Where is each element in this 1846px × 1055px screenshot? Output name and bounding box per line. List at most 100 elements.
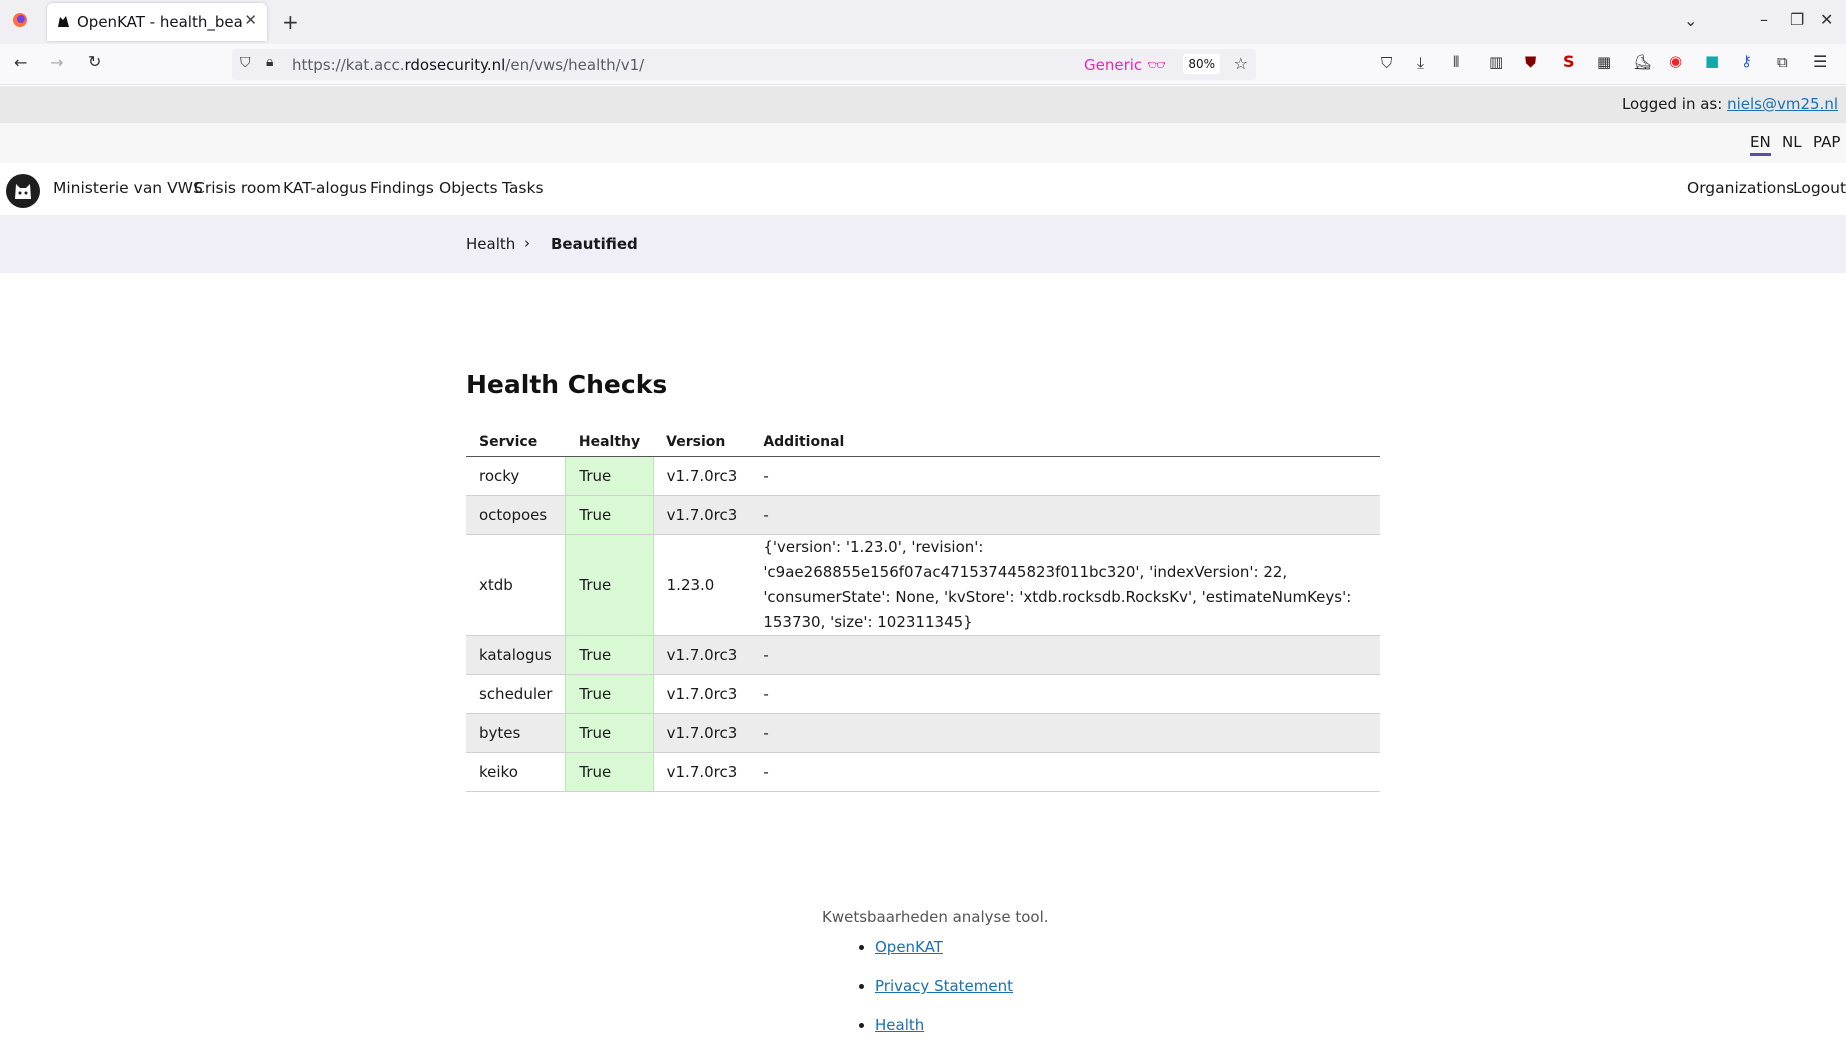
address-bar[interactable]: ⛉ 🔒︎ https://kat.acc.rdosecurity.nl/en/v… (232, 49, 1256, 80)
list-item: Privacy Statement (875, 977, 1013, 1016)
health-checks-table: Service Healthy Version Additional rocky… (466, 428, 1380, 792)
ublock-shield-icon[interactable]: ⛊ (1525, 53, 1536, 71)
footer-tagline: Kwetsbaarheden analyse tool. (822, 908, 1049, 926)
tab-list-chevron-down-icon[interactable]: ⌄ (1684, 11, 1697, 30)
lock-icon[interactable]: 🔒︎ (266, 54, 273, 70)
table-row: octopoes True v1.7.0rc3 - (466, 495, 1380, 535)
bookmark-star-icon[interactable]: ☆ (1234, 54, 1248, 73)
openkat-logo[interactable] (6, 174, 40, 208)
sidebar-icon[interactable]: ▥ (1489, 53, 1503, 71)
additional-cell: - (750, 456, 1380, 496)
additional-cell: - (750, 674, 1380, 714)
nav-crisis-room[interactable]: Crisis room (194, 179, 281, 197)
language-nl[interactable]: NL (1782, 133, 1802, 151)
login-status-bar: Logged in as: niels@vm25.nl (0, 86, 1846, 123)
nav-tasks[interactable]: Tasks (502, 179, 544, 197)
nav-organizations[interactable]: Organizations (1687, 179, 1794, 197)
generic-label: Generic (1084, 56, 1143, 74)
service-cell: bytes (466, 713, 566, 753)
new-tab-icon[interactable]: + (282, 10, 299, 34)
extensions-puzzle-icon[interactable]: ⧉ (1777, 53, 1788, 71)
tab-title: OpenKAT - health_beautified (77, 13, 242, 31)
user-email-link[interactable]: niels@vm25.nl (1727, 95, 1838, 113)
hamburger-menu-icon[interactable]: ☰ (1813, 52, 1827, 71)
tracking-protection-shield-icon[interactable]: ⛉ (240, 55, 251, 71)
login-label: Logged in as: (1621, 95, 1723, 113)
main-navigation: Ministerie van VWS Crisis room KAT-alogu… (0, 163, 1846, 215)
breadcrumb-separator-icon: › (524, 234, 530, 252)
extension-s-icon[interactable]: S (1563, 52, 1575, 71)
login-status: Logged in as: niels@vm25.nl (1622, 95, 1838, 113)
back-arrow-icon[interactable]: ← (14, 53, 27, 72)
footer-link-health[interactable]: Health (875, 1016, 924, 1034)
service-cell: scheduler (466, 674, 566, 714)
extension-shoe-icon[interactable]: ⛸ (1633, 53, 1652, 71)
openkat-favicon-icon (58, 16, 69, 27)
nav-logout[interactable]: Logout (1793, 179, 1846, 197)
close-window-icon[interactable]: ✕ (1820, 10, 1833, 29)
footer-links: OpenKAT Privacy Statement Health (875, 938, 1013, 1055)
minimize-window-icon[interactable]: – (1760, 10, 1768, 29)
nav-findings[interactable]: Findings (370, 179, 434, 197)
nav-katalogus[interactable]: KAT-alogus (283, 179, 367, 197)
zoom-level[interactable]: 80% (1183, 54, 1220, 74)
url-text[interactable]: https://kat.acc.rdosecurity.nl/en/vws/he… (292, 56, 644, 74)
list-item: OpenKAT (875, 938, 1013, 977)
healthy-cell: True (565, 456, 654, 496)
healthy-cell: True (565, 495, 654, 535)
table-row: xtdb True 1.23.0 {'version': '1.23.0', '… (466, 534, 1380, 636)
service-cell: katalogus (466, 635, 566, 675)
extension-red-badge-icon[interactable]: ◉ (1669, 52, 1682, 70)
table-header-row: Service Healthy Version Additional (466, 428, 1380, 457)
glasses-icon: 👓︎ (1146, 56, 1166, 74)
browser-tab-bar: OpenKAT - health_beautified ✕ + ⌄ – ❐ ✕ (0, 0, 1846, 44)
version-cell: v1.7.0rc3 (653, 635, 751, 675)
additional-cell: - (750, 713, 1380, 753)
browser-tab-active[interactable]: OpenKAT - health_beautified ✕ (47, 3, 267, 41)
url-path: /en/vws/health/v1/ (505, 56, 645, 74)
table-row: katalogus True v1.7.0rc3 - (466, 635, 1380, 675)
firefox-menu-icon[interactable] (12, 12, 28, 32)
footer-link-privacy-statement[interactable]: Privacy Statement (875, 977, 1013, 995)
additional-cell: - (750, 495, 1380, 535)
password-manager-key-icon[interactable]: ⚷ (1741, 52, 1752, 70)
version-cell: v1.7.0rc3 (653, 752, 751, 792)
additional-cell: - (750, 635, 1380, 675)
url-domain: rdosecurity.nl (404, 56, 506, 74)
healthy-cell: True (565, 674, 654, 714)
nav-objects[interactable]: Objects (439, 179, 498, 197)
generic-extension-label[interactable]: Generic 👓︎ (1084, 56, 1166, 74)
forward-arrow-icon[interactable]: → (50, 53, 63, 72)
column-header-healthy: Healthy (565, 428, 654, 457)
version-cell: 1.23.0 (653, 534, 751, 636)
downloads-icon[interactable]: ⤓ (1417, 53, 1424, 73)
pocket-icon[interactable]: ⛉ (1381, 54, 1392, 72)
version-cell: v1.7.0rc3 (653, 713, 751, 753)
library-icon[interactable]: ⫴ (1453, 53, 1459, 71)
service-cell: xtdb (466, 534, 566, 636)
language-switcher: EN NL PAP (0, 123, 1846, 163)
footer-link-openkat[interactable]: OpenKAT (875, 938, 943, 956)
extension-teal-icon[interactable]: ■ (1705, 52, 1719, 70)
close-tab-icon[interactable]: ✕ (244, 11, 257, 29)
healthy-cell: True (565, 534, 654, 636)
table-row: rocky True v1.7.0rc3 - (466, 456, 1380, 496)
breadcrumb-current: Beautified (551, 235, 638, 253)
service-cell: octopoes (466, 495, 566, 535)
version-cell: v1.7.0rc3 (653, 674, 751, 714)
additional-cell: - (750, 752, 1380, 792)
nav-organization[interactable]: Ministerie van VWS (53, 179, 203, 197)
extension-grid-icon[interactable]: ▦ (1597, 53, 1611, 71)
restore-window-icon[interactable]: ❐ (1790, 10, 1804, 29)
healthy-cell: True (565, 635, 654, 675)
language-en[interactable]: EN (1750, 133, 1771, 156)
version-cell: v1.7.0rc3 (653, 495, 751, 535)
reload-icon[interactable]: ↻ (88, 52, 101, 71)
breadcrumb-health-link[interactable]: Health (466, 235, 515, 253)
cat-logo-icon (15, 184, 31, 199)
column-header-service: Service (466, 428, 566, 457)
service-cell: rocky (466, 456, 566, 496)
language-pap[interactable]: PAP (1813, 133, 1840, 151)
column-header-version: Version (653, 428, 751, 457)
service-cell: keiko (466, 752, 566, 792)
